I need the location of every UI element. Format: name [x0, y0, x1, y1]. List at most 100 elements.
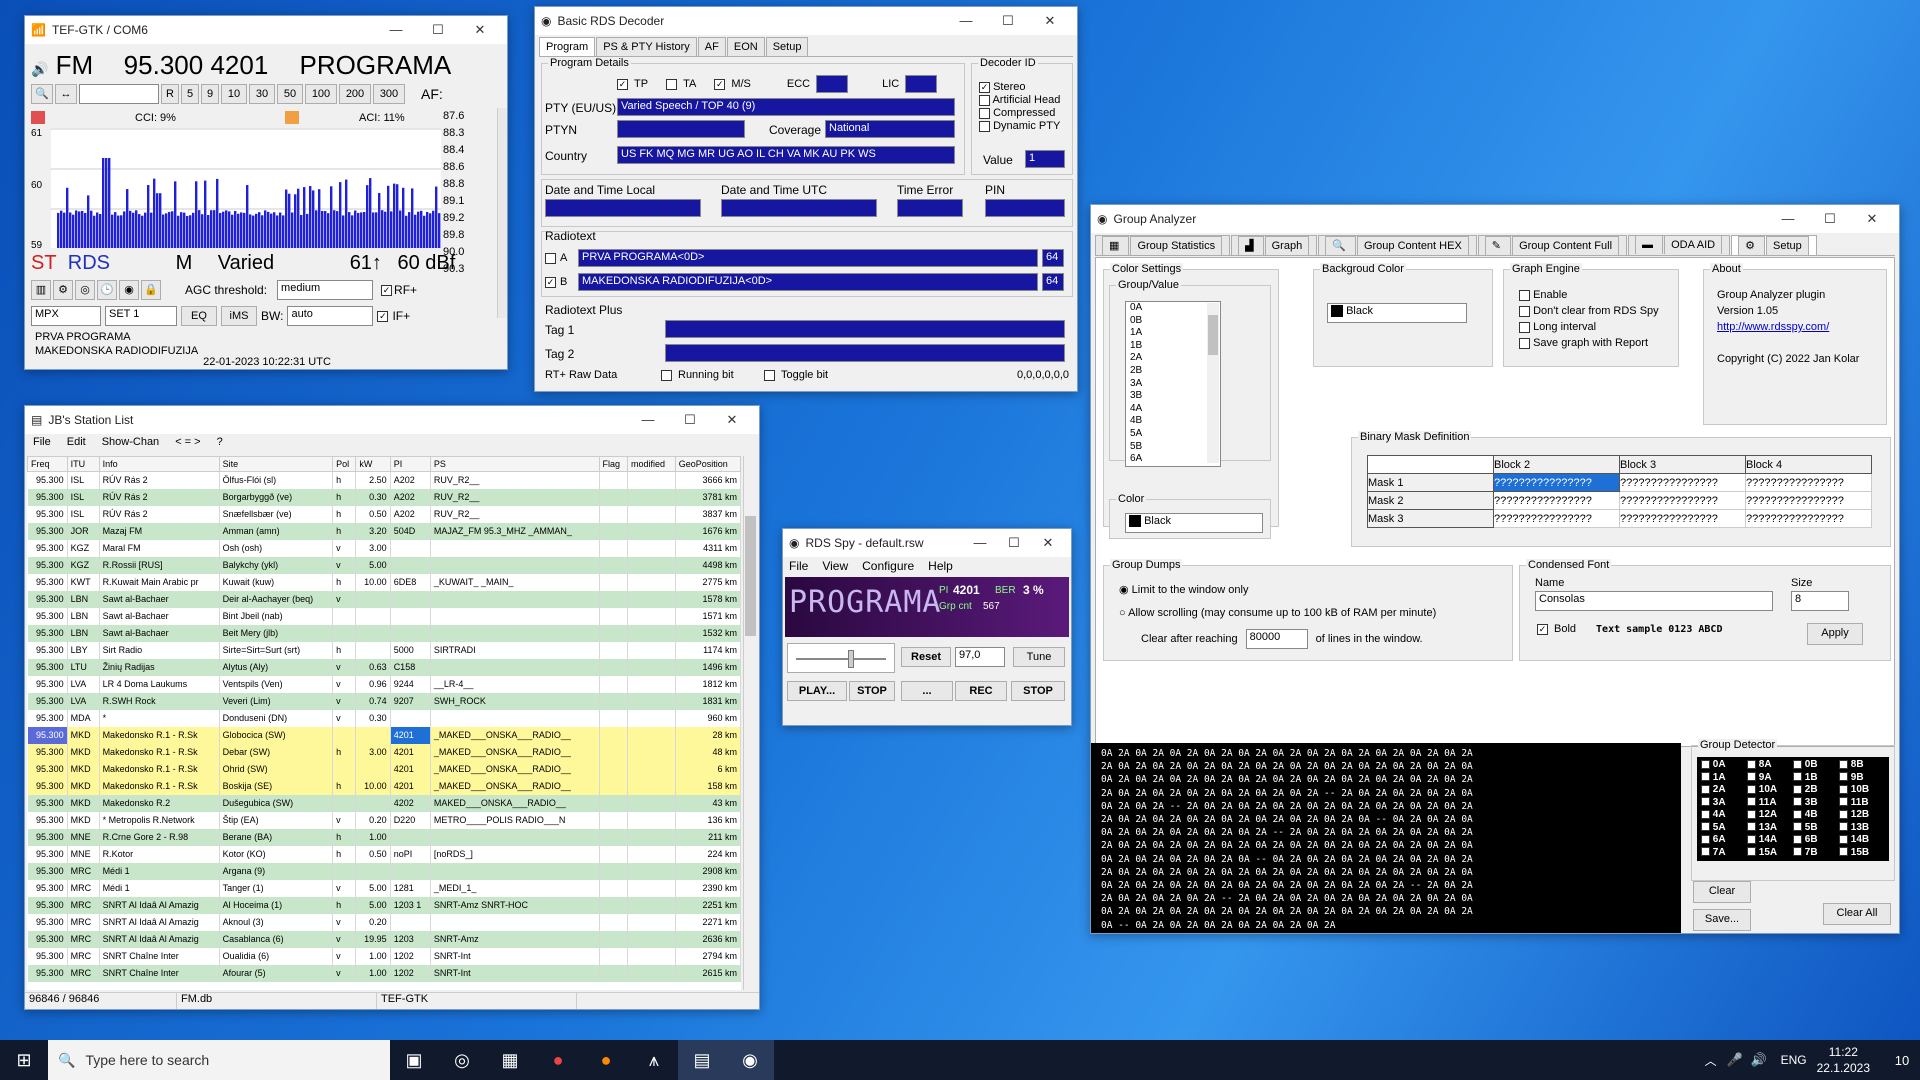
group-value-item[interactable]: 4B — [1126, 415, 1220, 428]
detector-checkbox[interactable] — [1747, 847, 1756, 857]
detector-checkbox[interactable] — [1701, 847, 1710, 857]
search-icon[interactable]: 🔍 — [31, 84, 53, 104]
ms-checkbox[interactable]: ✓ — [714, 78, 726, 90]
tab-ps-history[interactable]: PS & PTY History — [596, 37, 697, 56]
step-btn-2[interactable]: 9 — [201, 84, 219, 104]
minimize-icon[interactable]: — — [963, 535, 997, 551]
spy-tune-button[interactable]: Tune — [1013, 647, 1065, 667]
spy-menu-help[interactable]: Help — [928, 559, 953, 573]
table-row[interactable]: 95.300 ISL RÚV Rás 2 Snæfellsbær (ve) h 0.50 A… — [27, 505, 741, 523]
detector-checkbox[interactable] — [1839, 847, 1848, 857]
tef-titlebar[interactable]: 📶 TEF-GTK / COM6 — ☐ ✕ — [25, 16, 507, 44]
table-row[interactable]: 95.300 MRC SNRT Chaîne Inter Oualidia (6) v 1… — [27, 947, 741, 965]
detector-checkbox[interactable]: ✓ — [1701, 759, 1710, 769]
menu-edit[interactable]: Edit — [67, 436, 86, 450]
column-header[interactable]: PI — [389, 456, 431, 472]
long-interval-checkbox[interactable] — [1519, 321, 1530, 333]
mask-2-block4[interactable]: ???????????????? — [1745, 491, 1872, 510]
group-value-item[interactable]: 2A — [1126, 352, 1220, 365]
table-row[interactable]: 95.300 MRC SNRT Al Idaâ Al Amazig Al Hoceim… — [27, 896, 741, 914]
mpx-select[interactable]: MPX — [31, 306, 101, 326]
spy-menu-configure[interactable]: Configure — [862, 559, 914, 573]
af-item[interactable]: 88.8 — [443, 176, 497, 193]
af-item[interactable]: 89.8 — [443, 227, 497, 244]
bg-color-select[interactable]: Black — [1327, 303, 1467, 323]
calculator-icon[interactable]: ▦ — [486, 1040, 534, 1080]
af-item[interactable]: 89.2 — [443, 210, 497, 227]
column-header[interactable]: Info — [98, 456, 220, 472]
detector-checkbox[interactable] — [1747, 772, 1756, 782]
spy-rec-button[interactable]: REC — [955, 681, 1007, 701]
spy-stop2-button[interactable]: STOP — [1011, 681, 1065, 701]
step-btn-8[interactable]: 300 — [373, 84, 405, 104]
group-value-item[interactable]: 1A — [1126, 327, 1220, 340]
step-btn-4[interactable]: 30 — [249, 84, 275, 104]
table-row[interactable]: 95.300 KGZ Maral FM Osh (osh) v 3.00 4311 km — [27, 539, 741, 557]
detector-checkbox[interactable] — [1793, 797, 1802, 807]
chrome-icon[interactable]: ● — [534, 1040, 582, 1080]
art-head-checkbox[interactable] — [979, 94, 990, 106]
group-value-item[interactable]: 2B — [1126, 365, 1220, 378]
ta-checkbox[interactable] — [666, 78, 678, 90]
clear-after-input[interactable]: 80000 — [1245, 629, 1308, 649]
mask-1-block3[interactable]: ???????????????? — [1619, 473, 1746, 492]
table-row[interactable]: 95.300 KGZ R.Rossii [RUS] Balykchy (ykl) v 5.… — [27, 556, 741, 574]
table-row[interactable]: 95.300 MRC SNRT Chaîne Inter Afourar (5) v 1.… — [27, 964, 741, 982]
dont-clear-checkbox[interactable] — [1519, 305, 1530, 317]
notification-icon[interactable]: 10 — [1884, 1040, 1920, 1080]
table-row[interactable]: 95.300 MRC SNRT Al Idaâ Al Amazig Aknoul (3… — [27, 913, 741, 931]
ga-titlebar[interactable]: ◉ Group Analyzer — ☐ ✕ — [1091, 205, 1899, 233]
antenna-app-icon[interactable]: ⩚ — [630, 1040, 678, 1080]
spy-reset-button[interactable]: Reset — [901, 647, 951, 667]
font-size-input[interactable]: 8 — [1791, 591, 1849, 611]
detector-checkbox[interactable] — [1747, 822, 1756, 832]
about-link[interactable]: http://www.rdsspy.com/ — [1717, 319, 1859, 335]
rotor-app-icon[interactable]: ◎ — [438, 1040, 486, 1080]
af-scrollbar[interactable] — [497, 108, 507, 318]
spy-speed-select[interactable]: 97,0 — [955, 647, 1005, 667]
table-row[interactable]: 95.300 MDA * Donduseni (DN) v 0.30 960 km — [27, 709, 741, 727]
spy-menu-file[interactable]: File — [789, 559, 808, 573]
detector-checkbox[interactable] — [1701, 809, 1710, 819]
group-value-item[interactable]: 6A — [1126, 453, 1220, 466]
column-header[interactable]: ITU — [66, 456, 100, 472]
detector-checkbox[interactable] — [1793, 784, 1802, 794]
maximize-icon[interactable]: ☐ — [1809, 211, 1851, 227]
limit-radio[interactable]: ◉ — [1119, 584, 1129, 596]
table-row[interactable]: 95.300 LVA LR 4 Doma Laukums Ventspils (Ven… — [27, 675, 741, 693]
column-header[interactable]: Pol — [332, 456, 357, 472]
table-row[interactable]: 95.300 MRC SNRT Al Idaâ Al Amazig Casablanc… — [27, 930, 741, 948]
tab-program[interactable]: Program — [539, 37, 596, 56]
spy-slider[interactable] — [787, 643, 895, 673]
minimize-icon[interactable]: — — [375, 22, 417, 38]
column-header[interactable]: GeoPosition — [674, 456, 741, 472]
volume-icon[interactable]: 🔊 — [1747, 1040, 1771, 1080]
mask-3-block2[interactable]: ???????????????? — [1493, 509, 1620, 528]
minimize-icon[interactable]: — — [627, 412, 669, 428]
spy-menu-view[interactable]: View — [822, 559, 848, 573]
detector-checkbox[interactable] — [1793, 822, 1802, 832]
group-value-item[interactable]: 0B — [1126, 315, 1220, 328]
detector-checkbox[interactable] — [1839, 772, 1848, 782]
group-value-item[interactable]: 4A — [1126, 403, 1220, 416]
step-btn-1[interactable]: 5 — [181, 84, 199, 104]
detector-checkbox[interactable]: ✓ — [1701, 784, 1710, 794]
spy-play-button[interactable]: PLAY... — [787, 681, 847, 701]
dyn-pty-checkbox[interactable] — [979, 120, 990, 132]
table-row[interactable]: 95.300 MNE R.Kotor Kotor (KO) h 0.50 noPI [noRD… — [27, 845, 741, 863]
af-item[interactable]: 89.1 — [443, 193, 497, 210]
detector-checkbox[interactable] — [1839, 834, 1848, 844]
table-row[interactable]: 95.300 MKD Makedonsko R.2 Dušegubica (SW) 42… — [27, 794, 741, 812]
table-row[interactable]: 95.300 LVA R.SWH Rock Veveri (Lim) v 0.74 9207… — [27, 692, 741, 710]
mask-2-block2[interactable]: ???????????????? — [1493, 491, 1620, 510]
gear-icon[interactable]: ⚙ — [53, 280, 73, 300]
af-item[interactable]: 88.6 — [443, 159, 497, 176]
close-icon[interactable]: ✕ — [459, 22, 501, 38]
save-graph-checkbox[interactable] — [1519, 337, 1530, 349]
mask-3-block4[interactable]: ???????????????? — [1745, 509, 1872, 528]
taskbar-search-box[interactable]: 🔍 Type here to search — [48, 1040, 390, 1080]
maximize-icon[interactable]: ☐ — [669, 412, 711, 428]
if-checkbox[interactable]: ✓ — [377, 310, 389, 322]
group-list-scrollbar[interactable] — [1207, 303, 1219, 463]
column-header[interactable]: Site — [218, 456, 334, 472]
